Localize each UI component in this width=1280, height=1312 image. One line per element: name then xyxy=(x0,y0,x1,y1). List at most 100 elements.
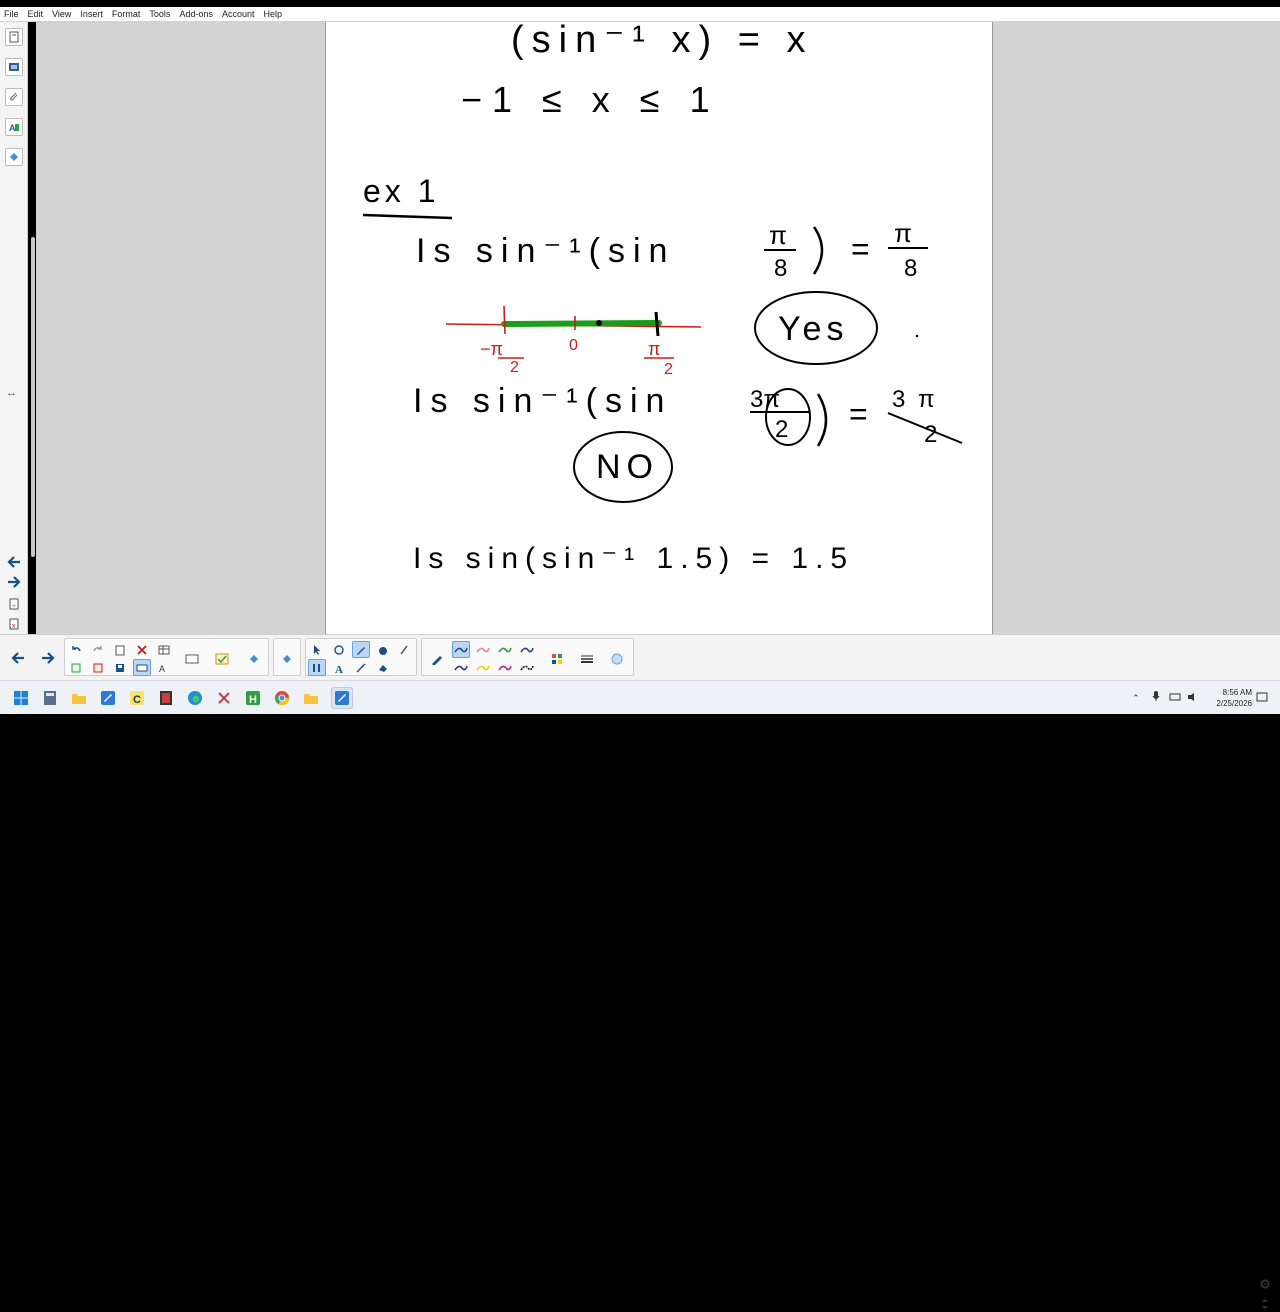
pen-color-green[interactable] xyxy=(496,641,514,658)
clock-time: 8:56 AM xyxy=(1222,688,1252,697)
show-hidden-icons-icon[interactable]: ⌃ xyxy=(1132,693,1140,704)
transparency-icon[interactable] xyxy=(608,650,626,667)
text-icon[interactable]: A xyxy=(330,659,348,676)
menu-help[interactable]: Help xyxy=(264,9,283,19)
ink-line-domain: −1 ≤ x ≤ 1 xyxy=(461,79,720,120)
pen-color-pink[interactable] xyxy=(474,641,492,658)
undo-icon[interactable] xyxy=(67,641,85,658)
paste-icon[interactable] xyxy=(111,641,129,658)
pen-color-yellow[interactable] xyxy=(474,659,492,676)
ink-question-3: Is sin(sin⁻¹ 1.5) = 1.5 xyxy=(413,542,854,575)
point-marker xyxy=(596,320,602,326)
full-screen-icon[interactable] xyxy=(67,659,85,676)
menu-view[interactable]: View xyxy=(52,9,71,19)
window-bottom-edge xyxy=(0,714,1280,720)
toolbar-position-icon[interactable] xyxy=(1256,1295,1274,1312)
file-explorer-icon[interactable] xyxy=(68,687,90,709)
check-icon[interactable] xyxy=(213,650,231,667)
display-screen-icon[interactable] xyxy=(133,659,151,676)
pen-style-icon[interactable] xyxy=(428,650,446,667)
line-icon[interactable] xyxy=(352,659,370,676)
delete-page-icon[interactable]: x xyxy=(5,616,23,632)
calculator-icon[interactable] xyxy=(39,687,61,709)
add-page-icon[interactable]: + xyxy=(5,596,23,612)
pen-icon[interactable] xyxy=(330,641,348,658)
menu-format[interactable]: Format xyxy=(112,9,141,19)
ink-line-identity: (sin⁻¹ x) = x xyxy=(511,22,813,61)
smart-notebook-taskbar-icon[interactable] xyxy=(97,687,119,709)
cloud-tool-group xyxy=(273,638,301,676)
menu-insert[interactable]: Insert xyxy=(80,9,103,19)
attachments-icon[interactable] xyxy=(5,88,23,106)
menu-file[interactable]: File xyxy=(4,9,19,19)
resize-handle-icon[interactable]: ↔ xyxy=(6,387,17,399)
redo-icon[interactable] xyxy=(89,641,107,658)
select-icon[interactable] xyxy=(308,641,326,658)
clock[interactable]: 8:56 AM 2/25/2026 xyxy=(1216,687,1252,709)
fill-icon[interactable] xyxy=(374,641,392,658)
menu-account[interactable]: Account xyxy=(222,9,255,19)
next-page-icon[interactable] xyxy=(5,574,23,590)
number-line-highlight xyxy=(501,320,662,327)
pen-color-magenta[interactable] xyxy=(496,659,514,676)
line-style-icon[interactable] xyxy=(578,650,596,667)
start-icon[interactable] xyxy=(10,687,32,709)
svg-text:+: + xyxy=(12,603,16,610)
network-icon[interactable] xyxy=(1169,689,1181,707)
active-notebook-taskbar-icon[interactable] xyxy=(331,687,353,709)
ink-question-1: Is sin⁻¹(sin xyxy=(416,232,675,270)
handwriting-recognition-icon[interactable]: A xyxy=(155,659,173,676)
svg-text:A: A xyxy=(9,123,16,133)
pen-color-blue-2[interactable] xyxy=(518,641,536,658)
notebook-page[interactable]: (sin⁻¹ x) = x −1 ≤ x ≤ 1 ex 1 Is sin⁻¹(s… xyxy=(325,22,993,634)
shapes-icon[interactable] xyxy=(278,650,296,667)
tick-left xyxy=(503,305,506,335)
pens-icon[interactable] xyxy=(352,641,370,658)
add-ons-icon[interactable] xyxy=(5,148,23,166)
clock-date: 2/25/2026 xyxy=(1216,699,1252,708)
gallery-icon[interactable] xyxy=(5,58,23,76)
delete-icon[interactable] xyxy=(133,641,151,658)
magic-pen-icon[interactable] xyxy=(396,641,414,658)
previous-page-icon[interactable] xyxy=(5,554,23,570)
smart-notebook-window: File Edit View Insert Format Tools Add-o… xyxy=(0,0,1280,1309)
edge-browser-icon[interactable] xyxy=(184,687,206,709)
properties-icon[interactable]: A xyxy=(5,118,23,136)
chrome-browser-icon[interactable] xyxy=(271,687,293,709)
ink-q1-rhs-den: 8 xyxy=(904,255,917,282)
screen-shade-icon[interactable] xyxy=(89,659,107,676)
measurement-icon[interactable] xyxy=(308,659,326,676)
screen-capture-icon[interactable] xyxy=(183,650,201,667)
pen-color-blue-1[interactable] xyxy=(452,641,470,658)
app-c-icon[interactable]: C xyxy=(126,687,148,709)
drawing-tool-group: A xyxy=(305,638,417,676)
eraser-icon[interactable] xyxy=(374,659,392,676)
settings-gear-icon[interactable] xyxy=(1256,1275,1274,1292)
svg-text:C: C xyxy=(133,694,141,706)
media-player-icon[interactable] xyxy=(155,687,177,709)
side-scrollbar[interactable] xyxy=(31,237,35,557)
label-neg-pi-den: 2 xyxy=(510,359,519,376)
next-page-button[interactable] xyxy=(39,649,57,666)
page-sorter-icon[interactable] xyxy=(5,28,23,46)
menu-tools[interactable]: Tools xyxy=(149,9,170,19)
menu-edit[interactable]: Edit xyxy=(28,9,44,19)
app-h-icon[interactable]: H xyxy=(242,687,264,709)
ink-canvas[interactable]: (sin⁻¹ x) = x −1 ≤ x ≤ 1 ex 1 Is sin⁻¹(s… xyxy=(326,22,994,634)
table-icon[interactable] xyxy=(155,641,173,658)
microphone-icon[interactable] xyxy=(1152,689,1160,707)
folder-icon[interactable] xyxy=(300,687,322,709)
ink-example-label: ex 1 xyxy=(363,173,439,209)
pen-color-dark-blue[interactable] xyxy=(452,659,470,676)
snipping-tool-icon[interactable] xyxy=(213,687,235,709)
color-palette-icon[interactable] xyxy=(548,650,566,667)
ink-q2-rhs-num: 3 π xyxy=(892,386,938,413)
pen-color-black[interactable] xyxy=(518,659,536,676)
add-on-icon[interactable] xyxy=(245,650,263,667)
ink-q1-close-paren xyxy=(812,226,824,275)
volume-icon[interactable] xyxy=(1187,689,1199,707)
save-icon[interactable] xyxy=(111,659,129,676)
previous-page-button[interactable] xyxy=(9,649,27,666)
notifications-icon[interactable] xyxy=(1254,689,1270,705)
menu-add-ons[interactable]: Add-ons xyxy=(179,9,213,19)
